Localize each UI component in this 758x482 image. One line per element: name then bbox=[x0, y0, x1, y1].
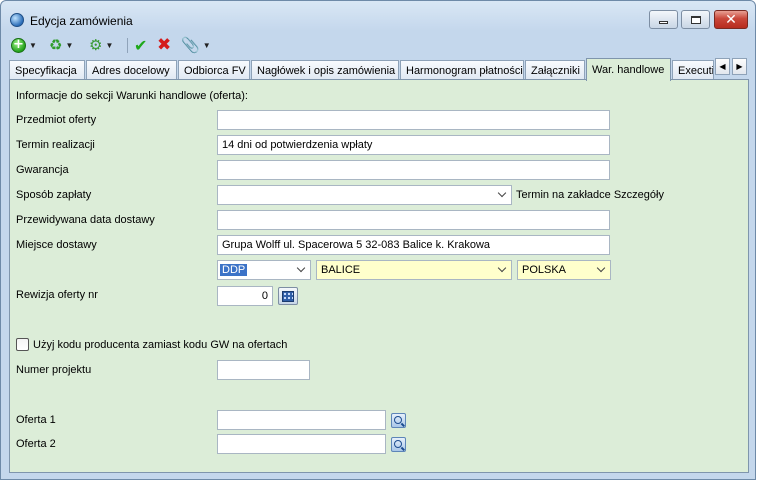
search-icon bbox=[394, 440, 402, 448]
manufacturer-code-label: Użyj kodu producenta zamiast kodu GW na … bbox=[33, 339, 288, 351]
tab-odbiorca-fv[interactable]: Odbiorca FV bbox=[178, 60, 250, 80]
toolbar: + ▼ ♻ ▼ ⚙ ▼ ✔ ✖ 📎 ▼ bbox=[9, 35, 749, 55]
attach-dropdown-button[interactable]: 📎 ▼ bbox=[181, 35, 211, 55]
tab-zalaczniki[interactable]: Załączniki bbox=[525, 60, 585, 80]
recycle-icon: ♻ bbox=[49, 36, 63, 54]
przedmiot-label: Przedmiot oferty bbox=[16, 114, 97, 126]
oferta2-input[interactable] bbox=[217, 434, 386, 454]
oferta2-search-button[interactable] bbox=[391, 437, 406, 452]
oferta2-label: Oferta 2 bbox=[16, 438, 56, 450]
country-value: POLSKA bbox=[522, 264, 567, 276]
data-dostawy-label: Przewidywana data dostawy bbox=[16, 214, 155, 226]
miejsce-label: Miejsce dostawy bbox=[16, 239, 97, 251]
window-title: Edycja zamówienia bbox=[30, 14, 133, 28]
manufacturer-code-checkbox[interactable] bbox=[16, 338, 29, 351]
oferta1-input[interactable] bbox=[217, 410, 386, 430]
sposob-note: Termin na zakładce Szczegóły bbox=[516, 189, 664, 201]
save-button[interactable]: ✔ bbox=[134, 35, 147, 55]
oferta1-label: Oferta 1 bbox=[16, 414, 56, 426]
calculator-button[interactable] bbox=[278, 287, 298, 305]
minimize-button[interactable] bbox=[649, 10, 678, 29]
tab-war-handlowe[interactable]: War. handlowe bbox=[586, 58, 671, 81]
close-button[interactable]: ✕ bbox=[714, 10, 748, 29]
chevron-down-icon[interactable] bbox=[592, 261, 610, 279]
gwarancja-label: Gwarancja bbox=[16, 164, 69, 176]
gwarancja-input[interactable] bbox=[217, 160, 610, 180]
paperclip-icon: 📎 bbox=[181, 36, 200, 54]
refresh-dropdown-button[interactable]: ♻ ▼ bbox=[49, 35, 73, 55]
sposob-select[interactable] bbox=[217, 185, 512, 205]
incoterm-select[interactable]: DDP bbox=[217, 260, 311, 280]
tab-executi[interactable]: Executi bbox=[672, 60, 714, 80]
title-bar[interactable]: Edycja zamówienia ✕ bbox=[1, 1, 755, 31]
dropdown-arrow-icon: ▼ bbox=[105, 40, 114, 50]
dropdown-arrow-icon: ▼ bbox=[65, 40, 74, 50]
order-edit-window: Edycja zamówienia ✕ + ▼ ♻ ▼ ⚙ ▼ ✔ ✖ 📎 ▼ … bbox=[0, 0, 756, 480]
tab-specyfikacja[interactable]: Specyfikacja bbox=[9, 60, 85, 80]
maximize-button[interactable] bbox=[681, 10, 710, 29]
sposob-label: Sposób zapłaty bbox=[16, 189, 92, 201]
przedmiot-input[interactable] bbox=[217, 110, 610, 130]
city-value: BALICE bbox=[321, 264, 361, 276]
search-icon bbox=[394, 416, 402, 424]
miejsce-input[interactable]: Grupa Wolff ul. Spacerowa 5 32-083 Balic… bbox=[217, 235, 610, 255]
tab-scroll-left-button[interactable]: ◀ bbox=[715, 58, 730, 75]
tab-scroll-right-button[interactable]: ▶ bbox=[732, 58, 747, 75]
chevron-down-icon[interactable] bbox=[493, 261, 511, 279]
section-header: Informacje do sekcji Warunki handlowe (o… bbox=[16, 90, 248, 102]
rewizja-label: Rewizja oferty nr bbox=[16, 289, 98, 301]
add-dropdown-button[interactable]: + ▼ bbox=[11, 35, 37, 55]
projekt-input[interactable] bbox=[217, 360, 310, 380]
cancel-x-icon: ✖ bbox=[157, 35, 172, 55]
app-globe-icon bbox=[10, 13, 24, 27]
settings-dropdown-button[interactable]: ⚙ ▼ bbox=[89, 35, 113, 55]
chevron-down-icon[interactable] bbox=[292, 261, 310, 279]
projekt-label: Numer projektu bbox=[16, 364, 92, 376]
gear-icon: ⚙ bbox=[89, 36, 103, 54]
arrow-right-icon: ▶ bbox=[736, 62, 743, 71]
termin-label: Termin realizacji bbox=[16, 139, 95, 151]
maximize-icon bbox=[690, 15, 701, 24]
trade-conditions-panel: Informacje do sekcji Warunki handlowe (o… bbox=[9, 79, 749, 473]
minimize-icon bbox=[659, 21, 668, 24]
termin-input[interactable]: 14 dni od potwierdzenia wpłaty bbox=[217, 135, 610, 155]
oferta1-search-button[interactable] bbox=[391, 413, 406, 428]
add-icon: + bbox=[11, 37, 26, 53]
tab-adres-docelowy[interactable]: Adres docelowy bbox=[86, 60, 177, 80]
data-dostawy-input[interactable] bbox=[217, 210, 610, 230]
toolbar-separator bbox=[127, 38, 128, 53]
tab-strip: Specyfikacja Adres docelowy Odbiorca FV … bbox=[9, 58, 749, 81]
cancel-button[interactable]: ✖ bbox=[157, 35, 171, 55]
tab-naglowek-opis[interactable]: Nagłówek i opis zamówienia bbox=[251, 60, 399, 80]
tab-harmonogram[interactable]: Harmonogram płatności bbox=[400, 60, 524, 80]
calculator-icon bbox=[282, 290, 294, 302]
close-icon: ✕ bbox=[725, 11, 737, 28]
dropdown-arrow-icon: ▼ bbox=[202, 40, 211, 50]
checkmark-icon: ✔ bbox=[134, 35, 148, 55]
chevron-down-icon[interactable] bbox=[493, 186, 511, 204]
rewizja-input[interactable]: 0 bbox=[217, 286, 273, 306]
country-select[interactable]: POLSKA bbox=[517, 260, 611, 280]
arrow-left-icon: ◀ bbox=[719, 62, 726, 71]
dropdown-arrow-icon: ▼ bbox=[29, 40, 37, 50]
incoterm-value: DDP bbox=[220, 264, 248, 276]
city-select[interactable]: BALICE bbox=[316, 260, 512, 280]
